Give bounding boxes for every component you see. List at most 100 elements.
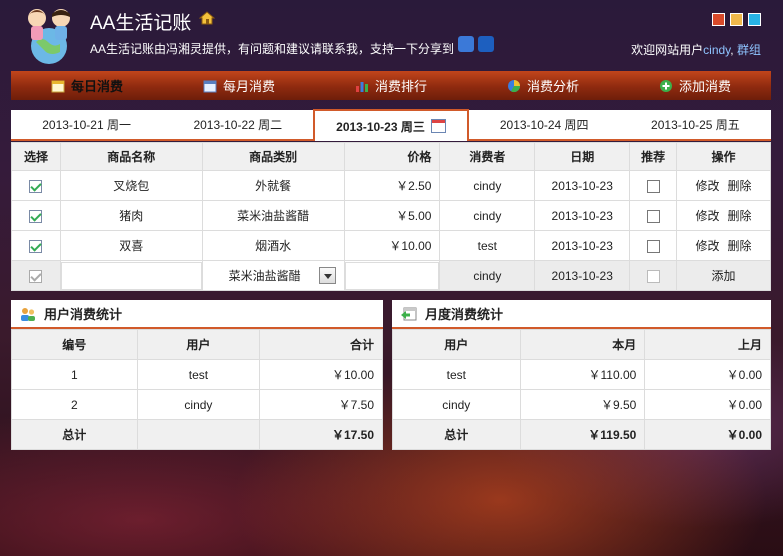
cell-date: 2013-10-23 (534, 230, 631, 261)
date-tabs: 2013-10-21 周一 2013-10-22 周二 2013-10-23 周… (11, 109, 771, 141)
recommend-checkbox[interactable] (646, 209, 660, 223)
cell-user: cindy (136, 389, 261, 420)
col-date: 日期 (534, 142, 631, 171)
theme-yellow-swatch[interactable] (730, 13, 743, 26)
row-select-checkbox[interactable] (29, 239, 43, 253)
sum-this-month: ￥119.50 (519, 419, 646, 450)
table-row: 双喜 烟酒水 ￥10.00 test 2013-10-23 修改 删除 (11, 230, 771, 261)
new-item-recommend-checkbox[interactable] (646, 269, 660, 283)
category-selected-value: 菜米油盐酱醋 (228, 269, 301, 283)
tab-date-1022[interactable]: 2013-10-22 周二 (162, 110, 313, 139)
new-item-date: 2013-10-23 (534, 260, 631, 291)
couple-globe-logo-icon (28, 9, 70, 64)
user-stats-header: 用户消费统计 (11, 300, 383, 329)
chevron-down-icon[interactable] (318, 267, 336, 284)
table-row: 叉烧包 外就餐 ￥2.50 cindy 2013-10-23 修改 删除 (11, 170, 771, 201)
qzone-share-icon[interactable] (458, 36, 474, 52)
table-header-row: 选择 商品名称 商品类别 价格 消费者 日期 推荐 操作 (11, 142, 771, 171)
row-select-checkbox[interactable] (29, 209, 43, 223)
users-icon (21, 307, 35, 321)
col-user: 用户 (392, 329, 521, 360)
user-stats-title: 用户消费统计 (44, 307, 123, 322)
col-select: 选择 (11, 142, 61, 171)
col-price: 价格 (343, 142, 441, 171)
recommend-checkbox[interactable] (646, 179, 660, 193)
cell-no: 1 (11, 359, 138, 390)
table-row: 1 test ￥10.00 (11, 359, 383, 390)
theme-red-swatch[interactable] (712, 13, 725, 26)
cell-total: ￥7.50 (259, 389, 383, 420)
col-action: 操作 (676, 142, 771, 171)
welcome-text: 欢迎网站用户cindy, 群组 (631, 41, 761, 58)
table-row: test ￥110.00 ￥0.00 (392, 359, 771, 390)
cell-price: ￥5.00 (343, 200, 441, 231)
table-row: 2 cindy ￥7.50 (11, 389, 383, 420)
col-category: 商品类别 (201, 142, 345, 171)
calendar-day-icon (51, 80, 65, 92)
nav-add[interactable]: 添加消费 (619, 71, 771, 100)
col-total: 合计 (259, 329, 383, 360)
nav-monthly[interactable]: 每月消费 (163, 71, 315, 100)
cell-name: 叉烧包 (59, 170, 203, 201)
sum-empty-cell (136, 419, 261, 450)
nav-ranking-label: 消费排行 (374, 79, 427, 94)
month-stats-header: 月度消费统计 (392, 300, 771, 329)
nav-ranking[interactable]: 消费排行 (315, 71, 467, 100)
delete-link[interactable]: 删除 (728, 209, 752, 223)
tab-date-1021[interactable]: 2013-10-21 周一 (11, 110, 162, 139)
new-item-category-select[interactable]: 菜米油盐酱醋 (202, 261, 344, 290)
col-recommend: 推荐 (629, 142, 678, 171)
tab-date-1024[interactable]: 2013-10-24 周四 (469, 110, 620, 139)
add-row-checkbox (29, 269, 43, 283)
welcome-prefix: 欢迎网站用户 (631, 43, 704, 57)
delete-link[interactable]: 删除 (728, 179, 752, 193)
new-item-consumer: cindy (439, 260, 536, 291)
group-link[interactable]: 群组 (737, 43, 761, 57)
cell-price: ￥2.50 (343, 170, 441, 201)
row-select-checkbox[interactable] (29, 179, 43, 193)
cell-name: 双喜 (59, 230, 203, 261)
cell-category: 烟酒水 (201, 230, 345, 261)
month-stats-panel: 月度消费统计 用户 本月 上月 test ￥110.00 ￥0.00 cindy… (392, 300, 771, 450)
add-button[interactable]: 添加 (676, 260, 771, 291)
cell-consumer: cindy (439, 170, 536, 201)
theme-blue-swatch[interactable] (748, 13, 761, 26)
col-no: 编号 (11, 329, 138, 360)
cell-total: ￥10.00 (259, 359, 383, 390)
cell-user: cindy (392, 389, 521, 420)
col-last-month: 上月 (644, 329, 771, 360)
tab-label: 2013-10-25 周五 (651, 118, 740, 132)
nav-daily[interactable]: 每日消费 (11, 71, 163, 100)
main-nav: 每日消费 每月消费 消费排行 消费分析 添加消费 (11, 71, 771, 100)
add-icon (659, 79, 672, 92)
table-header-row: 编号 用户 合计 (11, 329, 383, 360)
tab-date-1023[interactable]: 2013-10-23 周三 (313, 109, 469, 141)
cell-no: 2 (11, 389, 138, 420)
new-item-name-input[interactable] (60, 261, 202, 290)
bar-chart-icon (355, 81, 368, 92)
tab-date-1025[interactable]: 2013-10-25 周五 (620, 110, 771, 139)
pie-chart-icon (507, 79, 520, 92)
new-item-price-input[interactable] (344, 261, 440, 290)
cell-consumer: test (439, 230, 536, 261)
recommend-checkbox[interactable] (646, 239, 660, 253)
delete-link[interactable]: 删除 (728, 239, 752, 253)
date-picker-icon[interactable] (430, 119, 446, 133)
sum-row: 总计 ￥17.50 (11, 419, 383, 450)
nav-analysis-label: 消费分析 (526, 79, 579, 94)
qq-share-icon[interactable] (478, 36, 494, 52)
calendar-back-icon (401, 307, 417, 320)
user-link[interactable]: cindy (703, 43, 730, 57)
nav-monthly-label: 每月消费 (222, 79, 275, 94)
nav-analysis[interactable]: 消费分析 (467, 71, 619, 100)
cell-last-month: ￥0.00 (644, 389, 771, 420)
edit-link[interactable]: 修改 (696, 239, 720, 253)
nav-daily-label: 每日消费 (70, 79, 123, 94)
add-expense-row: 菜米油盐酱醋 cindy 2013-10-23 添加 (11, 260, 771, 291)
table-header-row: 用户 本月 上月 (392, 329, 771, 360)
cell-date: 2013-10-23 (534, 200, 631, 231)
nav-add-label: 添加消费 (678, 79, 731, 94)
edit-link[interactable]: 修改 (696, 209, 720, 223)
edit-link[interactable]: 修改 (696, 179, 720, 193)
home-icon[interactable] (199, 10, 215, 26)
